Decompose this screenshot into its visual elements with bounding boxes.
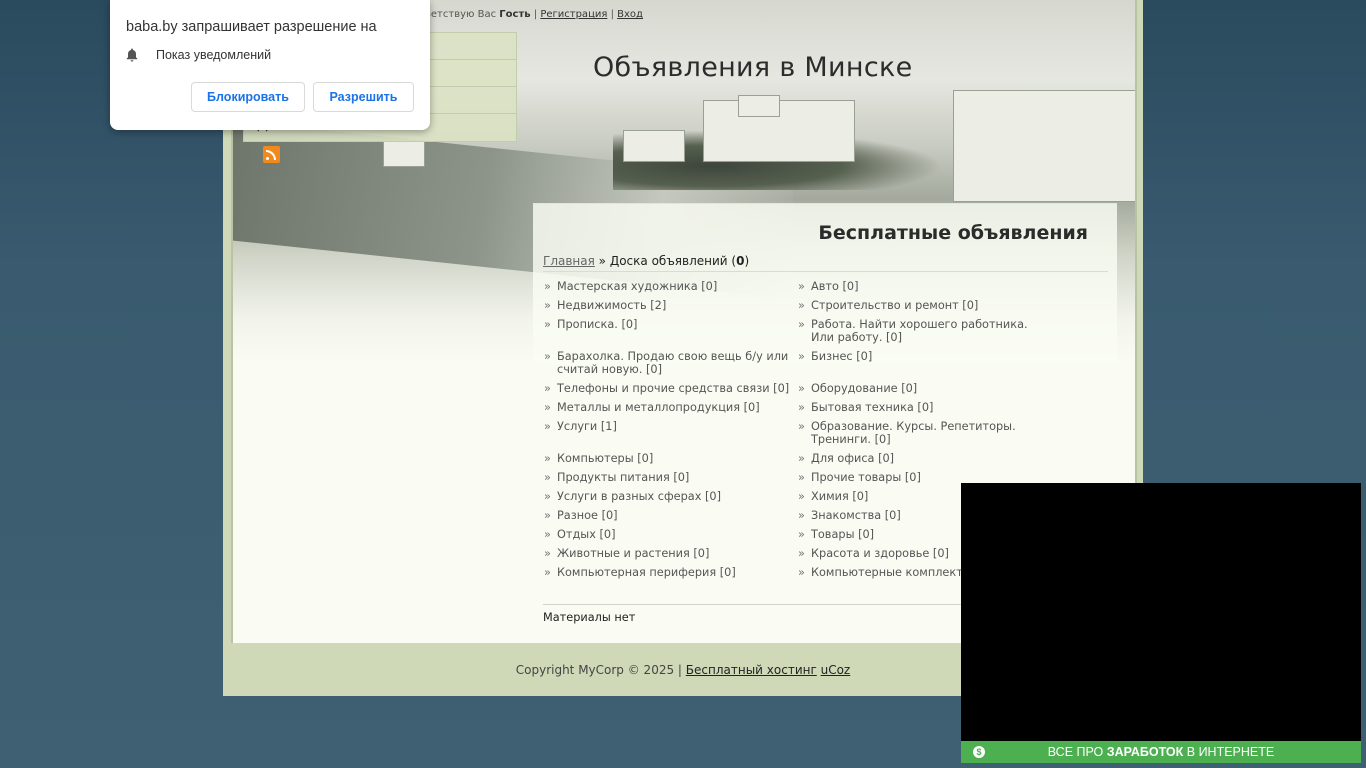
ad-banner[interactable]: $ ВСЕ ПРО ЗАРАБОТОК В ИНТЕРНЕТЕ xyxy=(961,741,1361,763)
category-link[interactable]: Недвижимость [2] xyxy=(543,299,797,312)
category-link[interactable]: Бизнес [0] xyxy=(797,350,1051,376)
category-link[interactable]: Телефоны и прочие средства связи [0] xyxy=(543,382,797,395)
category-link[interactable]: Продукты питания [0] xyxy=(543,471,797,484)
category-link[interactable]: Услуги в разных сферах [0] xyxy=(543,490,797,503)
greeting-text: ветствую Вас xyxy=(425,9,497,20)
category-link[interactable]: Оборудование [0] xyxy=(797,382,1051,395)
category-link[interactable]: Для офиса [0] xyxy=(797,452,1051,465)
category-link[interactable]: Услуги [1] xyxy=(543,420,797,446)
building-image xyxy=(738,95,780,117)
divider xyxy=(543,271,1108,272)
footer-copyright: Copyright MyCorp © 2025 | xyxy=(515,663,682,677)
category-link[interactable]: Металлы и металлопродукция [0] xyxy=(543,401,797,414)
permission-question: baba.by запрашивает разрешение на xyxy=(126,19,377,35)
category-link[interactable]: Барахолка. Продаю свою вещь б/у или счит… xyxy=(543,350,797,376)
category-link[interactable]: Бытовая техника [0] xyxy=(797,401,1051,414)
breadcrumb: Главная » Доска объявлений (0) xyxy=(543,254,749,268)
rss-icon[interactable] xyxy=(263,146,280,163)
footer-ucoz-link[interactable]: uCoz xyxy=(821,663,851,677)
allow-button[interactable]: Разрешить xyxy=(313,82,414,112)
notification-permission-popup: baba.by запрашивает разрешение на Показ … xyxy=(110,0,430,130)
video-ad[interactable]: $ ВСЕ ПРО ЗАРАБОТОК В ИНТЕРНЕТЕ xyxy=(961,483,1361,763)
breadcrumb-separator: » xyxy=(598,254,607,268)
category-link[interactable]: Компьютеры [0] xyxy=(543,452,797,465)
no-materials-text: Материалы нет xyxy=(543,611,636,624)
category-link[interactable]: Компьютерная периферия [0] xyxy=(543,566,797,579)
breadcrumb-home-link[interactable]: Главная xyxy=(543,254,595,268)
content-title: Бесплатные объявления xyxy=(818,222,1088,244)
building-image xyxy=(953,90,1135,202)
coin-icon: $ xyxy=(973,746,985,758)
separator: | xyxy=(610,9,614,20)
ad-text-post: В ИНТЕРНЕТЕ xyxy=(1186,745,1275,759)
building-image xyxy=(623,130,685,162)
category-link[interactable]: Авто [0] xyxy=(797,280,1051,293)
category-link[interactable]: Отдых [0] xyxy=(543,528,797,541)
category-link[interactable]: Прописка. [0] xyxy=(543,318,797,344)
block-button[interactable]: Блокировать xyxy=(191,82,305,112)
ad-text-pre: ВСЕ ПРО xyxy=(1047,745,1104,759)
login-link[interactable]: Вход xyxy=(617,9,643,20)
permission-type: Показ уведомлений xyxy=(156,48,272,62)
category-link[interactable]: Образование. Курсы. Репетиторы. Тренинги… xyxy=(797,420,1051,446)
breadcrumb-current: Доска объявлений ( xyxy=(609,254,737,268)
register-link[interactable]: Регистрация xyxy=(540,9,607,20)
category-link[interactable]: Работа. Найти хорошего работника. Или ра… xyxy=(797,318,1051,344)
category-link[interactable]: Мастерская художника [0] xyxy=(543,280,797,293)
separator: | xyxy=(533,9,538,20)
bell-icon xyxy=(126,48,138,62)
site-title: Объявления в Минске xyxy=(593,52,913,83)
user-name: Гость xyxy=(499,9,531,20)
building-image xyxy=(383,140,425,167)
category-link[interactable]: Животные и растения [0] xyxy=(543,547,797,560)
breadcrumb-close: ) xyxy=(744,254,750,268)
category-link[interactable]: Строительство и ремонт [0] xyxy=(797,299,1051,312)
category-link[interactable]: Разное [0] xyxy=(543,509,797,522)
user-bar: ветствую Вас Гость | Регистрация | Вход xyxy=(425,9,643,20)
footer-hosting-link[interactable]: Бесплатный хостинг xyxy=(686,663,817,677)
ad-text-bold: ЗАРАБОТОК xyxy=(1106,745,1184,759)
